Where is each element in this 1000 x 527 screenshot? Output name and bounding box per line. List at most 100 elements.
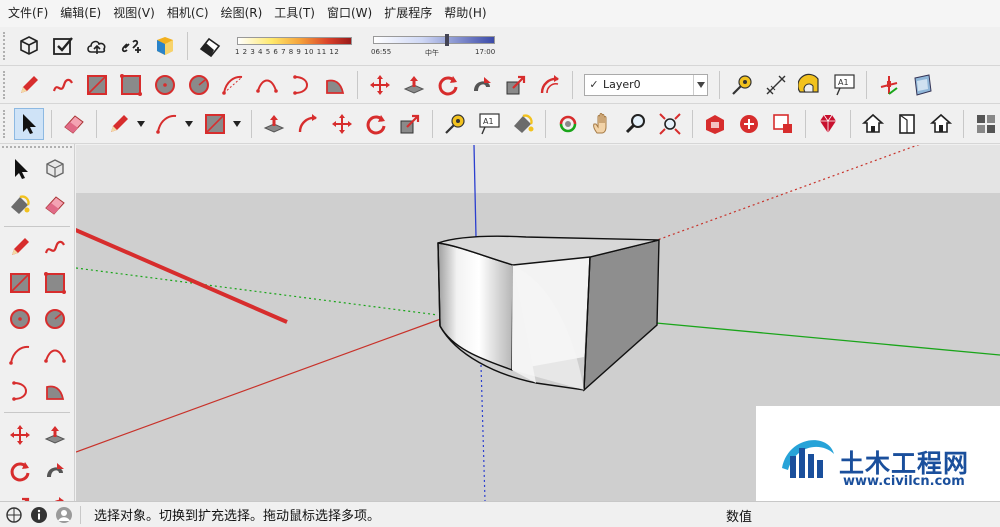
freehand-icon[interactable] [48,69,78,101]
make-component-icon[interactable] [39,153,71,185]
orbit-icon[interactable] [553,108,583,140]
share-model-icon[interactable] [734,108,764,140]
offset-icon[interactable] [293,108,323,140]
arc-icon[interactable] [4,339,36,371]
pan-hand-icon[interactable] [587,108,617,140]
move-icon[interactable] [365,69,395,101]
menu-draw[interactable]: 绘图(R) [215,0,269,27]
rotated-rectangle-icon[interactable] [116,69,146,101]
toolbar-grip[interactable] [3,32,9,60]
pie-icon[interactable] [320,69,350,101]
toolbar-grip[interactable] [2,146,72,150]
polygon-icon[interactable] [184,69,214,101]
text-icon[interactable]: A1 [474,108,504,140]
rotate-icon[interactable] [433,69,463,101]
geo-location-icon[interactable] [3,504,25,526]
select-arrow-icon[interactable] [14,107,44,140]
arc-2point-icon[interactable] [39,339,71,371]
toolbar-separator [963,109,964,138]
eraser-shadow-icon[interactable] [195,30,225,62]
ruby-icon[interactable] [813,108,843,140]
shadow-time-slider[interactable]: 06:55 中午 17:00 [369,31,501,61]
pencil-icon[interactable] [4,231,36,263]
top-view-icon[interactable] [892,108,922,140]
shadow-date-slider[interactable]: 1 2 3 4 5 6 7 8 9 10 11 12 [231,31,361,61]
circle-icon[interactable] [4,303,36,335]
menu-edit[interactable]: 编辑(E) [54,0,107,27]
push-pull-icon[interactable] [39,419,71,451]
circle-icon[interactable] [150,69,180,101]
toolbar-grip[interactable] [3,109,9,138]
zoom-extents-icon[interactable] [655,108,685,140]
front-view-icon[interactable] [926,108,956,140]
move-icon[interactable] [327,108,357,140]
shadow-date-track[interactable] [237,37,352,45]
link-add-icon[interactable] [116,30,146,62]
freehand-icon[interactable] [39,231,71,263]
section-plane-icon[interactable] [908,69,938,101]
scale-icon[interactable] [501,69,531,101]
offset-icon[interactable] [535,69,565,101]
component-icon[interactable] [14,30,44,62]
dimension-icon[interactable] [761,69,791,101]
rectangle-icon[interactable] [82,69,112,101]
arc-icon[interactable] [218,69,248,101]
eraser-icon[interactable] [59,108,89,140]
menu-help[interactable]: 帮助(H) [438,0,492,27]
protractor-icon[interactable] [795,69,825,101]
arc-icon[interactable] [152,108,182,140]
tape-measure-icon[interactable] [727,69,757,101]
chevron-down-icon[interactable] [693,74,707,95]
shadow-time-thumb[interactable] [445,34,449,46]
follow-me-icon[interactable] [467,69,497,101]
zoom-icon[interactable] [621,108,651,140]
left-toolbar-row [2,188,72,222]
style-icon[interactable] [971,108,1000,140]
arc-3point-icon[interactable] [4,375,36,407]
chevron-down-icon[interactable] [184,108,194,140]
rotate-icon[interactable] [4,455,36,487]
move-icon[interactable] [4,419,36,451]
rotated-rectangle-icon[interactable] [39,267,71,299]
extension-warehouse-icon[interactable] [768,108,798,140]
follow-me-icon[interactable] [39,455,71,487]
user-icon[interactable] [53,504,75,526]
text-icon[interactable]: A1 [829,69,859,101]
rotate-icon[interactable] [361,108,391,140]
layer-name: Layer0 [603,78,641,91]
chevron-down-icon[interactable] [232,108,242,140]
iso-view-icon[interactable] [858,108,888,140]
layer-select[interactable]: ✓ Layer0 [584,73,708,96]
toolbar-grip[interactable] [3,70,9,99]
menu-file[interactable]: 文件(F) [2,0,54,27]
paint-bucket-icon[interactable] [4,189,36,221]
axes-icon[interactable] [874,69,904,101]
menu-extensions[interactable]: 扩展程序 [378,0,438,27]
pencil-icon[interactable] [14,69,44,101]
arc-3point-icon[interactable] [286,69,316,101]
rectangle-icon[interactable] [4,267,36,299]
warehouse-models-icon[interactable] [700,108,730,140]
push-pull-icon[interactable] [399,69,429,101]
warehouse-icon[interactable] [150,30,180,62]
push-pull-icon[interactable] [259,108,289,140]
shadow-time-track[interactable] [373,36,495,44]
pie-icon[interactable] [39,375,71,407]
chevron-down-icon[interactable] [136,108,146,140]
menu-camera[interactable]: 相机(C) [161,0,215,27]
polygon-icon[interactable] [39,303,71,335]
menu-window[interactable]: 窗口(W) [321,0,378,27]
menu-view[interactable]: 视图(V) [107,0,161,27]
paint-bucket-icon[interactable] [508,108,538,140]
menu-tools[interactable]: 工具(T) [268,0,321,27]
tape-measure-icon[interactable] [440,108,470,140]
eraser-icon[interactable] [39,189,71,221]
pencil-icon[interactable] [104,108,134,140]
select-arrow-icon[interactable] [4,153,36,185]
rectangle-icon[interactable] [200,108,230,140]
scale-icon[interactable] [395,108,425,140]
info-icon[interactable] [28,504,50,526]
check-icon[interactable] [48,30,78,62]
cloud-upload-icon[interactable] [82,30,112,62]
arc-2point-icon[interactable] [252,69,282,101]
